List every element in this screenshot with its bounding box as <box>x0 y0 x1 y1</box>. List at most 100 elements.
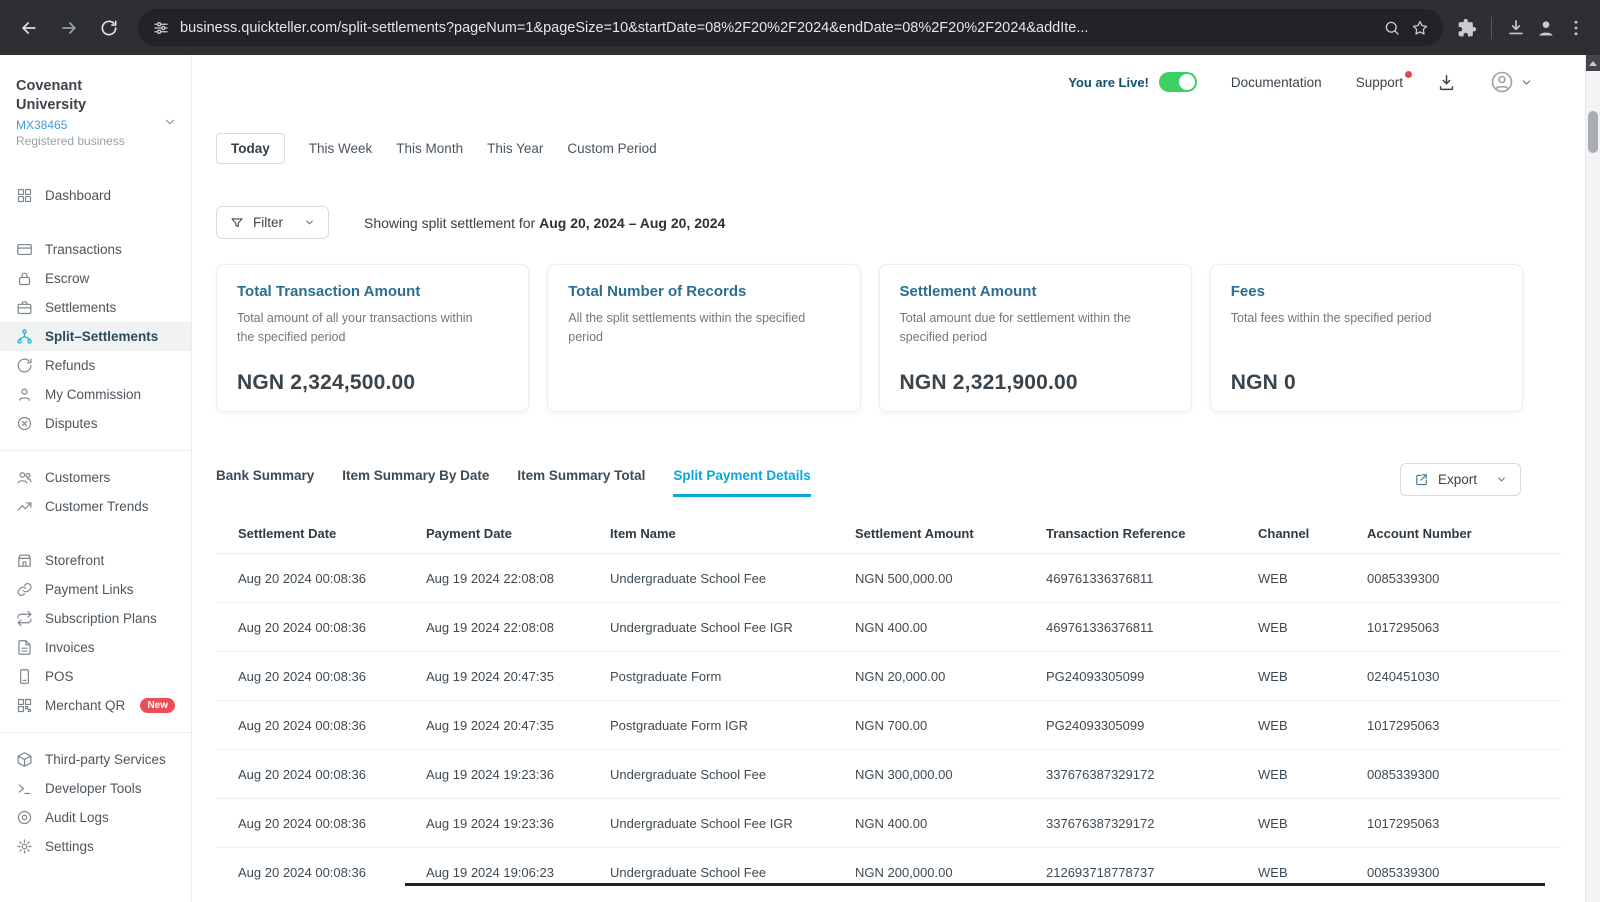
live-toggle[interactable] <box>1159 72 1197 92</box>
sidebar-item-invoices[interactable]: Invoices <box>0 633 191 662</box>
table-row[interactable]: Aug 20 2024 00:08:36 Aug 19 2024 19:23:3… <box>216 799 1561 848</box>
bookmark-star-icon[interactable] <box>1411 19 1429 37</box>
cell-channel: WEB <box>1258 620 1367 635</box>
sidebar-item-customer-trends[interactable]: Customer Trends <box>0 492 191 521</box>
sidebar-item-third-party-services[interactable]: Third-party Services <box>0 745 191 774</box>
scrollbar-thumb[interactable] <box>1588 111 1598 153</box>
sidebar-item-settings[interactable]: Settings <box>0 832 191 861</box>
chevron-down-icon[interactable] <box>163 115 177 134</box>
app-header: You are Live! Documentation Support <box>192 55 1585 109</box>
card-title: Fees <box>1231 283 1502 300</box>
table-row[interactable]: Aug 20 2024 00:08:36 Aug 19 2024 22:08:0… <box>216 603 1561 652</box>
cell-payment-date: Aug 19 2024 19:06:23 <box>426 865 610 880</box>
filter-button[interactable]: Filter <box>216 206 329 239</box>
sidebar-item-escrow[interactable]: Escrow <box>0 264 191 293</box>
sidebar-item-developer-tools[interactable]: Developer Tools <box>0 774 191 803</box>
table-row[interactable]: Aug 20 2024 00:08:36 Aug 19 2024 20:47:3… <box>216 701 1561 750</box>
filter-row: Filter Showing split settlement for Aug … <box>216 206 1561 239</box>
table-row[interactable]: Aug 20 2024 00:08:36 Aug 19 2024 19:06:2… <box>216 848 1561 897</box>
cell-account-number: 0240451030 <box>1367 669 1561 684</box>
split-payment-table: Settlement Date Payment Date Item Name S… <box>216 514 1561 897</box>
card-description: Total fees within the specified period <box>1231 309 1502 328</box>
users-icon <box>16 469 33 486</box>
browser-profile-button[interactable] <box>1532 14 1560 42</box>
cell-transaction-reference: PG24093305099 <box>1046 718 1258 733</box>
sidebar-item-label: Storefront <box>45 553 104 568</box>
cell-settlement-date: Aug 20 2024 00:08:36 <box>238 718 426 733</box>
period-tab-this-year[interactable]: This Year <box>487 141 543 156</box>
browser-back-button[interactable] <box>10 9 48 47</box>
transactions-icon <box>16 241 33 258</box>
period-tab-custom-period[interactable]: Custom Period <box>567 141 656 156</box>
period-tab-this-week[interactable]: This Week <box>309 141 373 156</box>
downloads-button[interactable] <box>1502 14 1530 42</box>
period-tab-today[interactable]: Today <box>216 133 285 164</box>
period-tab-this-month[interactable]: This Month <box>396 141 463 156</box>
sidebar-item-audit-logs[interactable]: Audit Logs <box>0 803 191 832</box>
sidebar-item-split-settlements[interactable]: Split–Settlements <box>0 322 191 351</box>
sidebar-item-label: POS <box>45 669 74 684</box>
storefront-icon <box>16 552 33 569</box>
sidebar-item-settlements[interactable]: Settlements <box>0 293 191 322</box>
tab-split-payment-details[interactable]: Split Payment Details <box>673 468 810 497</box>
browser-forward-button[interactable] <box>50 9 88 47</box>
target-icon <box>16 809 33 826</box>
support-link[interactable]: Support <box>1356 75 1403 90</box>
tab-item-summary-total[interactable]: Item Summary Total <box>517 468 645 497</box>
card-title: Total Number of Records <box>568 283 839 300</box>
sidebar-item-payment-links[interactable]: Payment Links <box>0 575 191 604</box>
cell-settlement-amount: NGN 200,000.00 <box>855 865 1046 880</box>
sidebar-item-my-commission[interactable]: My Commission <box>0 380 191 409</box>
cube-icon <box>16 751 33 768</box>
repeat-icon <box>16 610 33 627</box>
profile-icon <box>1536 18 1556 38</box>
header-download-button[interactable] <box>1437 73 1456 92</box>
cell-payment-date: Aug 19 2024 19:23:36 <box>426 816 610 831</box>
url-text[interactable]: business.quickteller.com/split-settlemen… <box>180 20 1373 36</box>
table-row[interactable]: Aug 20 2024 00:08:36 Aug 19 2024 19:23:3… <box>216 750 1561 799</box>
sidebar-item-merchant-qr[interactable]: Merchant QR New <box>0 691 191 720</box>
table-row[interactable]: Aug 20 2024 00:08:36 Aug 19 2024 22:08:0… <box>216 554 1561 603</box>
documentation-link[interactable]: Documentation <box>1231 75 1322 90</box>
account-menu[interactable] <box>1490 70 1533 94</box>
column-header: Item Name <box>610 526 855 541</box>
browser-menu-button[interactable] <box>1562 14 1590 42</box>
address-bar[interactable]: business.quickteller.com/split-settlemen… <box>138 9 1443 46</box>
tab-item-summary-by-date[interactable]: Item Summary By Date <box>342 468 489 497</box>
notification-dot <box>1405 71 1412 78</box>
filter-label: Filter <box>253 215 283 230</box>
puzzle-icon <box>1457 18 1477 38</box>
sidebar-item-storefront[interactable]: Storefront <box>0 546 191 575</box>
export-button[interactable]: Export <box>1400 463 1521 496</box>
link-icon <box>16 581 33 598</box>
avatar-icon <box>1490 70 1514 94</box>
page-scrollbar[interactable] <box>1585 55 1600 902</box>
sidebar-item-dashboard[interactable]: Dashboard <box>0 181 191 210</box>
sidebar-item-subscription-plans[interactable]: Subscription Plans <box>0 604 191 633</box>
sidebar-item-disputes[interactable]: Disputes <box>0 409 191 438</box>
sidebar-item-pos[interactable]: POS <box>0 662 191 691</box>
sidebar-divider <box>0 450 191 451</box>
sidebar-item-label: Payment Links <box>45 582 134 597</box>
table-row[interactable]: Aug 20 2024 00:08:36 Aug 19 2024 20:47:3… <box>216 652 1561 701</box>
site-settings-icon[interactable] <box>152 19 170 37</box>
live-mode-control: You are Live! <box>1068 72 1197 92</box>
pos-terminal-icon <box>16 668 33 685</box>
sidebar-item-label: Merchant QR <box>45 698 125 713</box>
sidebar-item-refunds[interactable]: Refunds <box>0 351 191 380</box>
sidebar-item-customers[interactable]: Customers <box>0 463 191 492</box>
card-amount: NGN 2,324,500.00 <box>237 371 508 395</box>
tab-bank-summary[interactable]: Bank Summary <box>216 468 314 497</box>
sidebar-item-transactions[interactable]: Transactions <box>0 235 191 264</box>
bottom-edge-artifact <box>405 883 1545 886</box>
cell-transaction-reference: 469761336376811 <box>1046 571 1258 586</box>
browser-reload-button[interactable] <box>90 9 128 47</box>
document-icon <box>16 639 33 656</box>
download-icon <box>1437 73 1456 92</box>
scrollbar-up-button[interactable] <box>1586 55 1600 71</box>
org-switcher[interactable]: Covenant University MX38465 Registered b… <box>0 77 191 148</box>
zoom-icon[interactable] <box>1383 19 1401 37</box>
cell-item-name: Postgraduate Form IGR <box>610 718 855 733</box>
org-type: Registered business <box>16 134 175 148</box>
extensions-button[interactable] <box>1453 14 1481 42</box>
